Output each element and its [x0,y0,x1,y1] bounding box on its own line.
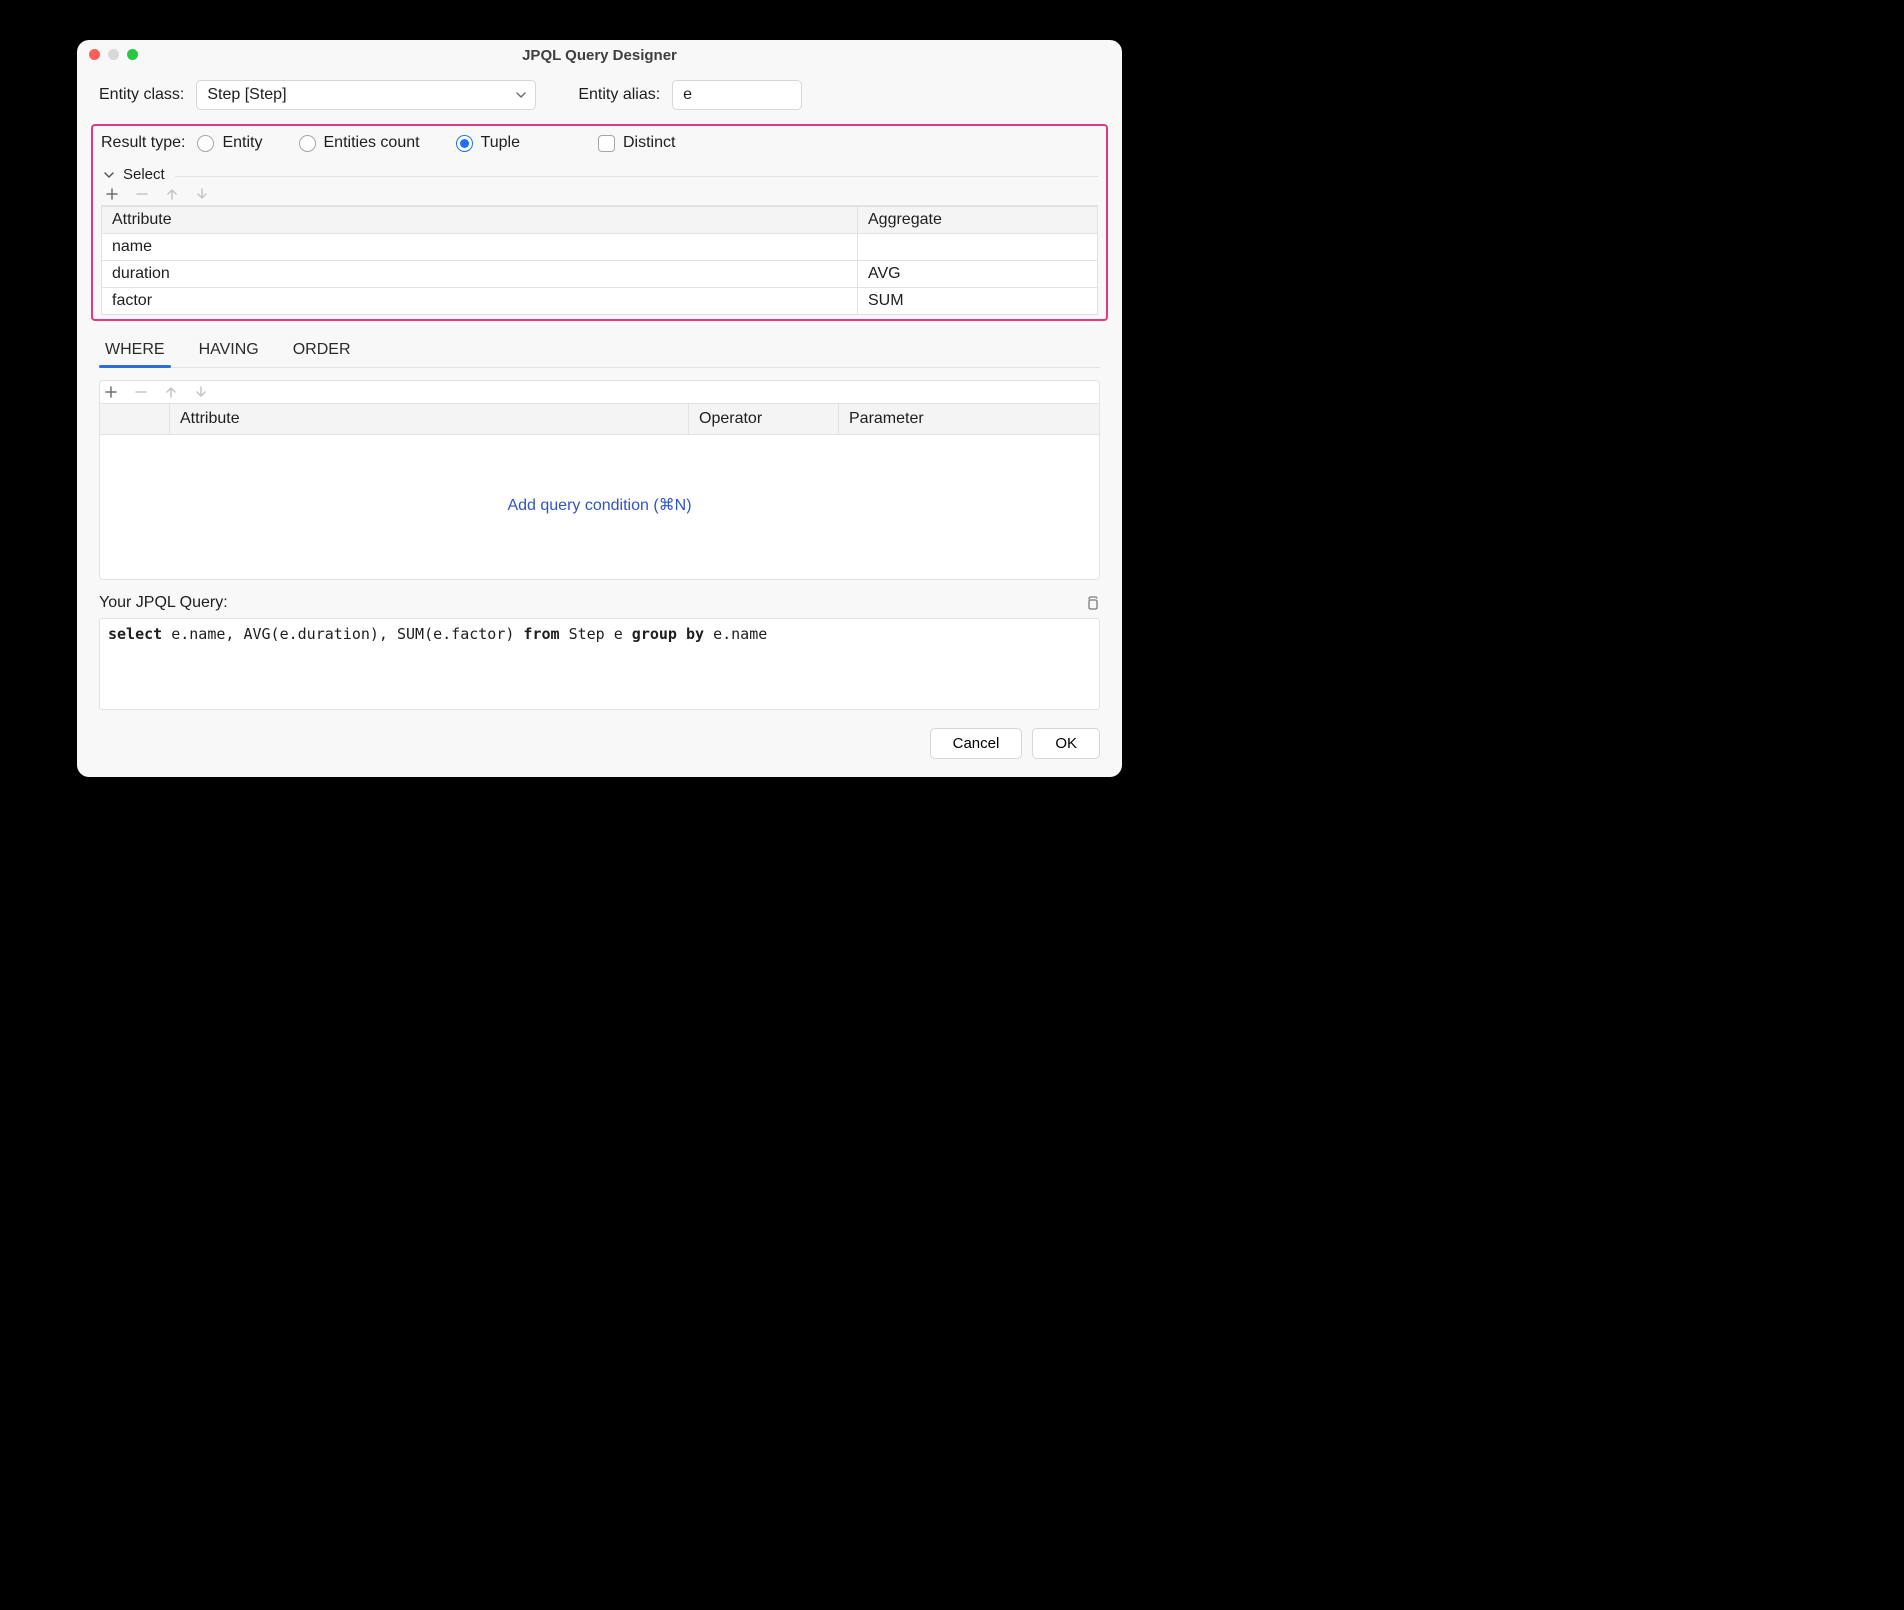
checkbox-icon [598,135,615,152]
col-operator: Operator [689,404,839,434]
remove-icon[interactable] [135,187,149,201]
query-block: Your JPQL Query: select e.name, AVG(e.du… [99,594,1100,710]
select-section-title: Select [123,166,165,183]
col-parameter: Parameter [839,404,1099,434]
jpql-designer-window: JPQL Query Designer Entity class: Step [… [77,40,1122,777]
copy-icon[interactable] [1084,595,1100,611]
move-down-icon[interactable] [195,187,209,201]
select-section-header[interactable]: Select [101,166,165,183]
col-attribute: Attribute [170,404,689,434]
select-row-attribute: factor [102,288,857,314]
select-table: Attribute Aggregate name duration AVG fa… [101,206,1098,315]
checkbox-distinct-label: Distinct [623,134,675,152]
radio-tuple-label: Tuple [481,134,520,152]
ok-button[interactable]: OK [1032,728,1100,759]
cancel-button[interactable]: Cancel [930,728,1023,759]
where-table-header: Attribute Operator Parameter [100,404,1099,435]
where-empty-body: Add query condition (⌘N) [100,435,1099,579]
query-label: Your JPQL Query: [99,594,228,612]
add-icon[interactable] [104,385,118,399]
radio-entities-count-label: Entities count [324,134,420,152]
chevron-down-icon [515,89,527,101]
minimize-icon[interactable] [108,49,119,60]
entity-class-label: Entity class: [99,86,184,104]
radio-entity-label: Entity [222,134,262,152]
col-attribute: Attribute [102,207,857,233]
select-row[interactable]: name [102,233,1097,260]
tab-having[interactable]: HAVING [197,335,261,367]
select-highlight-region: Result type: Entity Entities count Tuple [91,124,1108,321]
radio-icon [197,135,214,152]
traffic-lights [89,49,138,60]
chevron-down-icon [103,169,115,181]
entity-class-combo[interactable]: Step [Step] [196,80,536,110]
select-table-header: Attribute Aggregate [102,206,1097,233]
where-toolbar [100,381,1099,404]
entity-alias-label: Entity alias: [578,86,660,104]
radio-entity[interactable]: Entity [197,134,262,152]
tab-order[interactable]: ORDER [291,335,353,367]
entity-alias-input[interactable]: e [672,80,802,110]
radio-entities-count[interactable]: Entities count [299,134,420,152]
select-toolbar [101,183,1098,206]
conditions-block: WHERE HAVING ORDER [99,335,1100,580]
tab-where[interactable]: WHERE [103,335,167,367]
result-type-row: Result type: Entity Entities count Tuple [101,134,1098,152]
col-aggregate: Aggregate [857,207,1097,233]
select-row-aggregate: AVG [857,261,1097,287]
select-section: Select [101,166,1098,315]
radio-tuple[interactable]: Tuple [456,134,520,152]
conditions-tabs: WHERE HAVING ORDER [99,335,1100,368]
select-row[interactable]: duration AVG [102,260,1097,287]
add-icon[interactable] [105,187,119,201]
title-bar: JPQL Query Designer [77,40,1122,70]
select-row-attribute: duration [102,261,857,287]
close-icon[interactable] [89,49,100,60]
dialog-footer: Cancel OK [99,724,1100,759]
select-row-aggregate: SUM [857,288,1097,314]
select-row-aggregate [857,234,1097,260]
remove-icon[interactable] [134,385,148,399]
window-title: JPQL Query Designer [77,47,1122,64]
move-down-icon[interactable] [194,385,208,399]
move-up-icon[interactable] [165,187,179,201]
divider [175,176,1098,177]
select-row[interactable]: factor SUM [102,287,1097,314]
col-spacer [100,404,170,434]
radio-icon [299,135,316,152]
entity-class-value: Step [Step] [207,86,286,104]
checkbox-distinct[interactable]: Distinct [598,134,675,152]
query-text[interactable]: select e.name, AVG(e.duration), SUM(e.fa… [99,618,1100,710]
select-row-attribute: name [102,234,857,260]
move-up-icon[interactable] [164,385,178,399]
entity-row: Entity class: Step [Step] Entity alias: … [99,80,1100,110]
add-condition-link[interactable]: Add query condition (⌘N) [507,495,691,515]
result-type-label: Result type: [101,134,185,152]
zoom-icon[interactable] [127,49,138,60]
radio-icon [456,135,473,152]
entity-alias-value: e [683,86,692,104]
where-panel: Attribute Operator Parameter Add query c… [99,380,1100,580]
